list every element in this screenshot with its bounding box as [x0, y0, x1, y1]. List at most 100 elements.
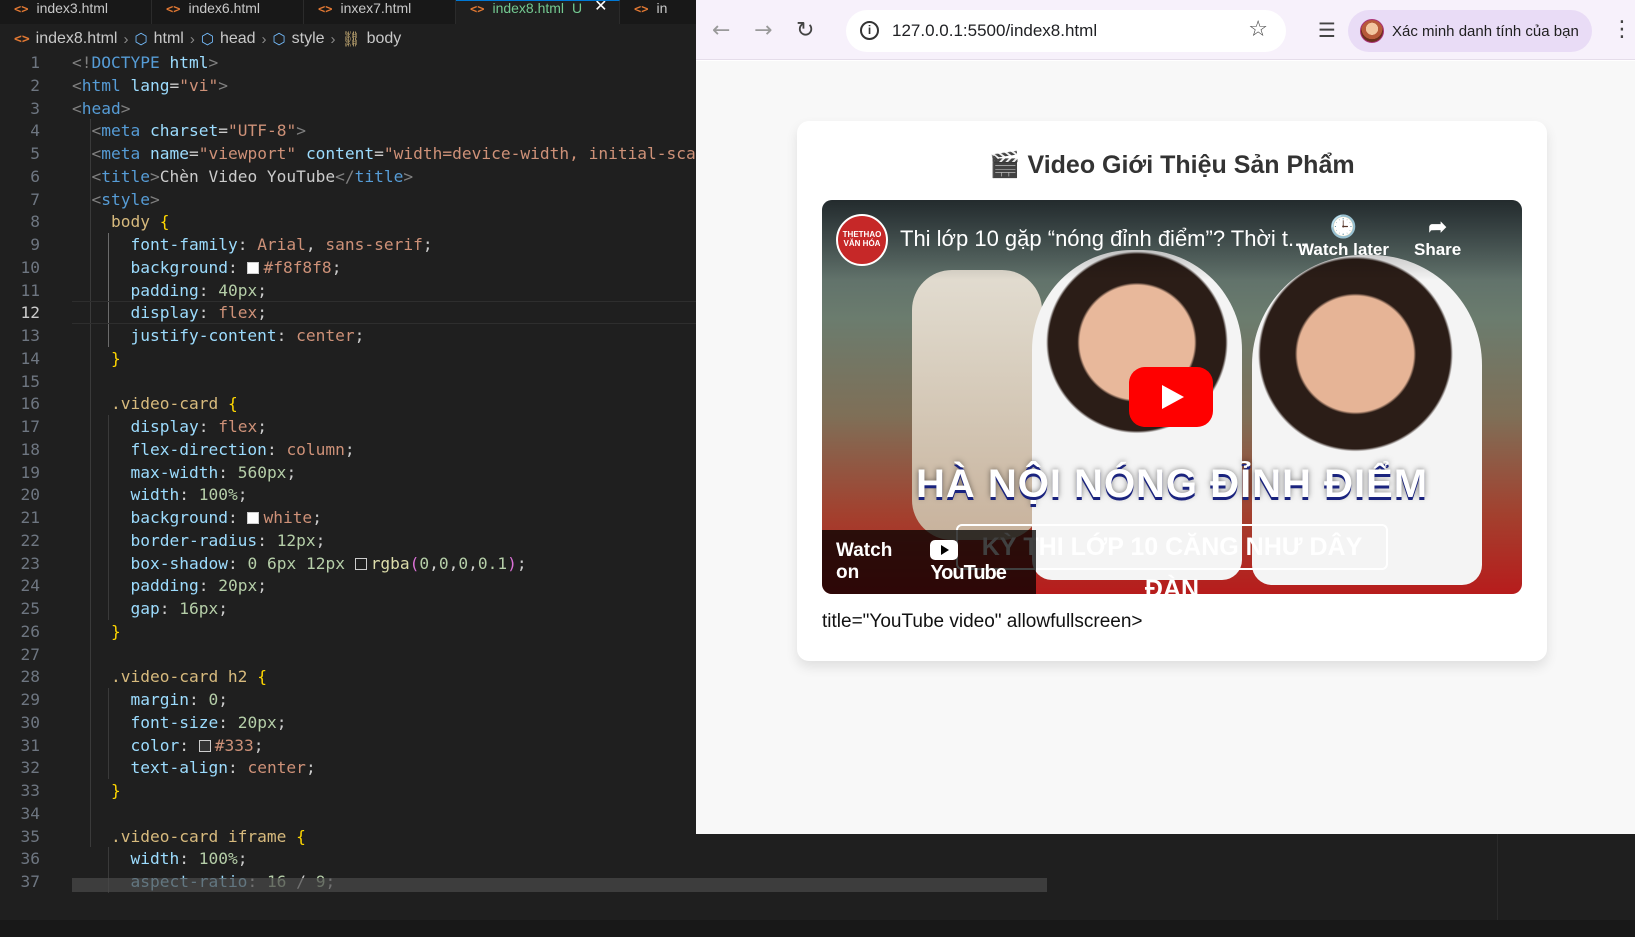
modified-badge: U: [572, 0, 583, 16]
code-line[interactable]: 4 <meta charset="UTF-8">: [0, 119, 700, 142]
color-swatch[interactable]: [198, 739, 211, 752]
code-line[interactable]: 36 width: 100%;: [0, 847, 700, 870]
editor-tab[interactable]: <> index8.html U ✕: [456, 0, 620, 24]
editor-tab[interactable]: <> index6.html: [152, 0, 304, 24]
color-swatch[interactable]: [354, 557, 367, 570]
code-token: :: [227, 553, 248, 573]
code-line[interactable]: 21 background: white;: [0, 506, 700, 529]
code-text: .video-card {: [72, 392, 238, 415]
code-line[interactable]: 30 font-size: 20px;: [0, 711, 700, 734]
close-icon[interactable]: ✕: [594, 1, 607, 16]
code-line[interactable]: 18 flex-direction: column;: [0, 438, 700, 461]
line-number: 17: [20, 417, 41, 436]
play-button[interactable]: [1129, 367, 1213, 427]
horizontal-scrollbar[interactable]: [72, 878, 1047, 892]
code-token: <: [91, 144, 102, 163]
code-token: display: [130, 303, 199, 323]
watch-on-youtube-button[interactable]: Watch on YouTube: [822, 530, 1036, 594]
code-line[interactable]: 29 margin: 0;: [0, 688, 700, 711]
code-line[interactable]: 5 <meta name="viewport" content="width=d…: [0, 142, 700, 165]
code-line[interactable]: 17 display: flex;: [0, 415, 700, 438]
code-line[interactable]: 11 padding: 40px;: [0, 279, 700, 302]
code-line[interactable]: 34: [0, 802, 700, 825]
code-token: <: [91, 166, 102, 186]
reading-list-icon[interactable]: ☰: [1318, 18, 1336, 42]
code-line[interactable]: 16 .video-card {: [0, 392, 700, 415]
forward-arrow-icon[interactable]: →: [754, 18, 772, 43]
code-token: box-shadow: [130, 553, 228, 573]
reload-icon[interactable]: ↻: [796, 18, 814, 43]
code-line[interactable]: 2 <html lang="vi">: [0, 74, 700, 97]
back-arrow-icon[interactable]: ←: [712, 18, 730, 43]
code-text: width: 100%;: [72, 483, 247, 506]
code-line[interactable]: 1 <!DOCTYPE html>: [0, 51, 700, 74]
code-token: :: [198, 576, 219, 596]
line-number: 16: [20, 394, 41, 414]
code-line[interactable]: 35 .video-card iframe {: [0, 825, 700, 848]
code-line[interactable]: 15: [0, 370, 700, 393]
code-line[interactable]: 26 }: [0, 620, 700, 643]
code-line[interactable]: 32 text-align: center;: [0, 756, 700, 779]
line-number: 12: [20, 303, 41, 323]
site-info-icon[interactable]: i: [860, 21, 879, 40]
profile-button[interactable]: Xác minh danh tính của bạn: [1348, 10, 1592, 52]
editor-tab[interactable]: <> in: [620, 0, 700, 24]
channel-logo[interactable]: THETHAO VĂN HÓA: [836, 214, 888, 266]
color-swatch[interactable]: [247, 261, 260, 274]
breadcrumb-item[interactable]: head: [220, 30, 256, 48]
line-number: 20: [20, 485, 41, 505]
code-token: center: [296, 326, 355, 345]
code-line[interactable]: 8 body {: [0, 210, 700, 233]
editor-tab[interactable]: <> inxex7.html: [304, 0, 456, 24]
code-line[interactable]: 33 }: [0, 779, 700, 802]
watch-later-button[interactable]: 🕒 Watch later: [1298, 214, 1389, 260]
bookmark-star-icon[interactable]: ☆: [1248, 17, 1268, 42]
code-text: <title>Chèn Video YouTube</title>: [72, 165, 414, 188]
more-menu-icon[interactable]: ⋮: [1611, 17, 1633, 42]
breadcrumb-item[interactable]: body: [367, 30, 402, 48]
code-line[interactable]: 14 }: [0, 347, 700, 370]
code-line[interactable]: 22 border-radius: 12px;: [0, 529, 700, 552]
code-line[interactable]: 24 padding: 20px;: [0, 574, 700, 597]
code-line[interactable]: 31 color: #333;: [0, 734, 700, 757]
html-file-icon: <>: [634, 2, 649, 16]
youtube-embed[interactable]: THETHAO VĂN HÓA Thi lớp 10 gặp “nóng đỉn…: [822, 200, 1522, 594]
code-token: ,: [429, 553, 439, 573]
editor-tab-bar: <> index3.html <> index6.html <> inxex7.html <…: [0, 0, 700, 24]
code-token: gap: [130, 599, 160, 618]
code-line[interactable]: 25 gap: 16px;: [0, 597, 700, 620]
address-bar[interactable]: i 127.0.0.1:5500/index8.html ☆: [846, 10, 1286, 52]
code-line[interactable]: 19 max-width: 560px;: [0, 461, 700, 484]
editor-tab[interactable]: <> index3.html: [0, 0, 152, 24]
code-text: <html lang="vi">: [72, 74, 228, 97]
video-title[interactable]: Thi lớp 10 gặp “nóng đỉnh điểm”? Thời t.…: [900, 226, 1306, 252]
code-text: <style>: [72, 188, 160, 211]
url-text[interactable]: 127.0.0.1:5500/index8.html: [892, 21, 1097, 41]
color-swatch[interactable]: [247, 512, 260, 524]
code-line[interactable]: 20 width: 100%;: [0, 483, 700, 506]
code-line[interactable]: 28 .video-card h2 {: [0, 665, 700, 688]
code-line[interactable]: 23 box-shadow: 0 6px 12px rgba(0,0,0,0.1…: [0, 552, 700, 575]
youtube-icon: [930, 540, 959, 561]
code-line[interactable]: 27: [0, 643, 700, 666]
breadcrumb-item[interactable]: style: [292, 30, 325, 48]
code-token: >: [120, 98, 131, 118]
code-line[interactable]: 12 display: flex;: [0, 301, 700, 324]
code-line[interactable]: 13 justify-content: center;: [0, 324, 700, 347]
code-line[interactable]: 10 background: #f8f8f8;: [0, 256, 700, 279]
code-area[interactable]: 1 <!DOCTYPE html> 2 <html lang="vi"> 3 <head>…: [0, 51, 700, 921]
code-line[interactable]: 9 font-family: Arial, sans-serif;: [0, 233, 700, 256]
code-line[interactable]: 7 <style>: [0, 188, 700, 211]
code-line[interactable]: 3 <head>: [0, 97, 700, 120]
breadcrumb-item[interactable]: index8.html: [36, 30, 118, 48]
breadcrumb-item[interactable]: html: [154, 30, 184, 48]
code-line[interactable]: 6 <title>Chèn Video YouTube</title>: [0, 165, 700, 188]
code-token: content: [305, 144, 375, 163]
share-button[interactable]: ➦ Share: [1414, 214, 1461, 260]
